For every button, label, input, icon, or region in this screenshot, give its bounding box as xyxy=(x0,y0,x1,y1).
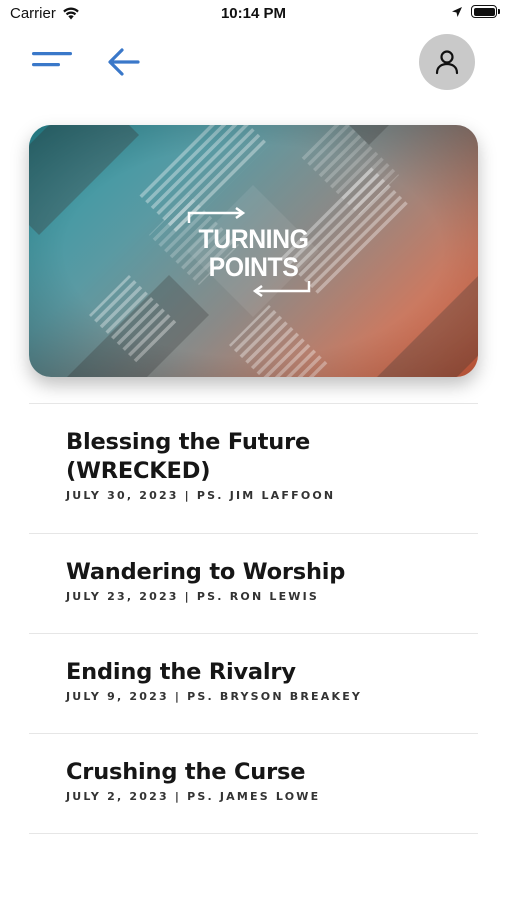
user-profile-icon xyxy=(435,50,459,75)
list-divider xyxy=(29,403,478,404)
menu-button[interactable] xyxy=(30,48,74,74)
status-right xyxy=(451,5,500,18)
sermon-item-4[interactable]: Crushing the Curse JULY 2, 2023 | PS. JA… xyxy=(29,758,478,803)
sermon-item-1[interactable]: Blessing the Future (WRECKED) JULY 30, 2… xyxy=(29,428,478,502)
sermon-date-speaker: JULY 23, 2023 | PS. RON LEWIS xyxy=(66,590,320,603)
sermon-date-speaker: JULY 2, 2023 | PS. JAMES LOWE xyxy=(66,790,321,803)
sermon-title-line2: (WRECKED) xyxy=(66,458,211,484)
status-bar: Carrier 10:14 PM xyxy=(0,0,507,30)
sermon-title: Crushing the Curse xyxy=(66,759,306,785)
sermon-title: Wandering to Worship xyxy=(66,559,346,585)
sermon-item-2[interactable]: Wandering to Worship JULY 23, 2023 | PS.… xyxy=(29,558,478,603)
sermon-item-3[interactable]: Ending the Rivalry JULY 9, 2023 | PS. BR… xyxy=(29,658,478,703)
list-divider xyxy=(29,633,478,634)
sermon-title: Ending the Rivalry xyxy=(66,659,296,685)
battery-icon xyxy=(471,5,500,18)
list-divider xyxy=(29,833,478,834)
series-hero-card[interactable]: TURNING POINTS xyxy=(29,125,478,377)
hero-title-line2: POINTS xyxy=(208,252,299,282)
arrow-left-icon xyxy=(108,48,140,76)
hero-title-line1: TURNING xyxy=(198,224,309,254)
battery-fill xyxy=(473,7,495,16)
location-arrow-icon xyxy=(452,6,462,17)
back-button[interactable] xyxy=(104,44,144,80)
sermon-date-speaker: JULY 9, 2023 | PS. BRYSON BREAKEY xyxy=(66,690,363,703)
hamburger-menu-icon xyxy=(32,52,72,67)
status-time: 10:14 PM xyxy=(220,5,287,22)
sermon-title: Blessing the Future xyxy=(66,429,311,455)
profile-button[interactable] xyxy=(419,34,475,90)
list-divider xyxy=(29,733,478,734)
list-divider xyxy=(29,533,478,534)
sermon-date-speaker: JULY 30, 2023 | PS. JIM LAFFOON xyxy=(66,489,336,502)
